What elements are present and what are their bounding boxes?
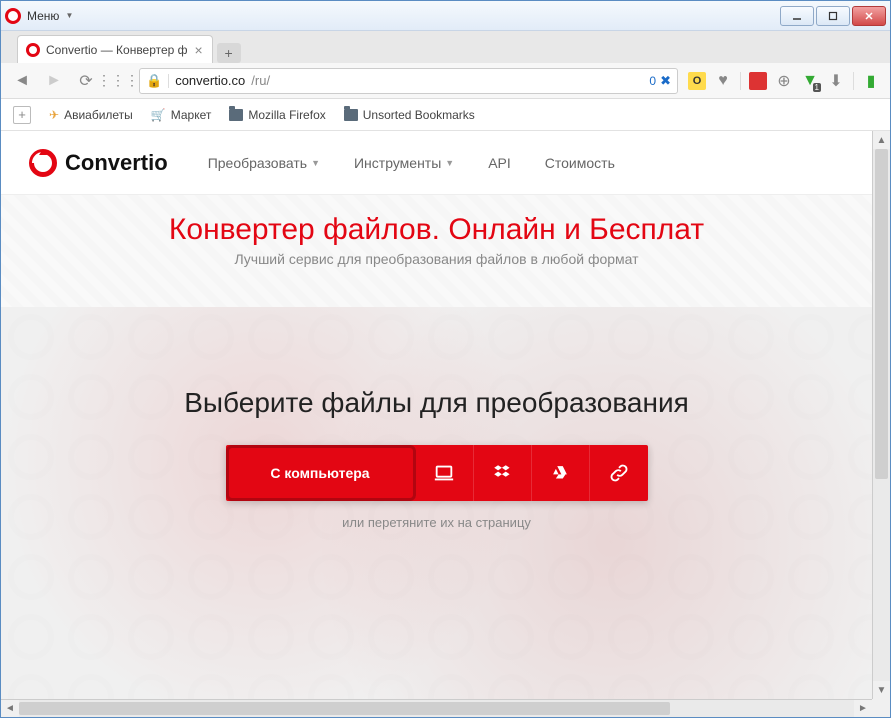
window-titlebar: Меню ▼ xyxy=(1,1,890,31)
cart-icon: 🛒 xyxy=(151,108,166,122)
url-host: convertio.co xyxy=(175,73,245,88)
upload-main-label: С компьютера xyxy=(270,465,369,481)
add-bookmark-button[interactable]: + xyxy=(13,106,31,124)
vertical-scrollbar[interactable]: ▲ ▼ xyxy=(872,131,890,699)
plane-icon: ✈ xyxy=(49,108,59,122)
nav-label: Инструменты xyxy=(354,155,441,171)
ext-red-icon[interactable] xyxy=(749,72,767,90)
scroll-track[interactable] xyxy=(19,700,854,717)
dropzone-heading: Выберите файлы для преобразования xyxy=(1,387,872,419)
ext-battery-icon[interactable]: ▮ xyxy=(862,72,880,90)
bookmark-label: Unsorted Bookmarks xyxy=(363,108,475,122)
brand-logo[interactable]: Convertio xyxy=(29,149,168,177)
opera-logo-icon xyxy=(5,8,21,24)
badge-count: 0 xyxy=(649,74,656,88)
nav-api[interactable]: API xyxy=(488,155,511,171)
nav-convert[interactable]: Преобразовать ▼ xyxy=(208,155,320,171)
new-tab-button[interactable]: + xyxy=(217,43,241,63)
hero-subtitle: Лучший сервис для преобразования файлов … xyxy=(1,251,872,267)
bookmarks-bar: + ✈ Авиабилеты 🛒 Маркет Mozilla Firefox … xyxy=(1,99,890,131)
ext-download-icon[interactable]: ⬇ xyxy=(827,72,845,90)
dropbox-icon xyxy=(491,462,513,484)
scroll-right-arrow[interactable]: ► xyxy=(854,700,872,717)
upload-from-device-button[interactable] xyxy=(416,445,474,501)
upload-from-url-button[interactable] xyxy=(590,445,648,501)
nav-label: Преобразовать xyxy=(208,155,307,171)
ext-globe-icon[interactable]: ⊕ xyxy=(775,72,793,90)
scroll-up-arrow[interactable]: ▲ xyxy=(873,131,890,149)
nav-pricing[interactable]: Стоимость xyxy=(545,155,615,171)
reload-button[interactable]: ⟳ xyxy=(75,70,97,92)
tab-favicon-icon xyxy=(26,43,40,57)
forward-button[interactable]: ► xyxy=(43,70,65,92)
folder-icon xyxy=(229,109,243,121)
nav-label: Стоимость xyxy=(545,155,615,171)
shield-icon[interactable]: ✖ xyxy=(660,73,671,89)
url-path: /ru/ xyxy=(251,73,270,88)
ext-yandex-icon[interactable]: O xyxy=(688,72,706,90)
window-maximize-button[interactable] xyxy=(816,6,850,26)
window-close-button[interactable] xyxy=(852,6,886,26)
laptop-icon xyxy=(433,462,455,484)
tab-title: Convertio — Конвертер ф xyxy=(46,43,188,57)
scroll-thumb[interactable] xyxy=(19,702,670,715)
scroll-corner xyxy=(872,699,890,717)
upload-from-computer-button[interactable]: С компьютера xyxy=(226,445,416,501)
bookmark-aviabilety[interactable]: ✈ Авиабилеты xyxy=(49,108,133,122)
site-nav: Преобразовать ▼ Инструменты ▼ API Стоимост… xyxy=(208,155,615,171)
browser-tab[interactable]: Convertio — Конвертер ф × xyxy=(17,35,213,63)
link-icon xyxy=(608,462,630,484)
hero-title: Конвертер файлов. Онлайн и Бесплат xyxy=(1,213,872,247)
address-bar[interactable]: 🔒 convertio.co/ru/ 0 ✖ xyxy=(139,68,678,94)
horizontal-scrollbar[interactable]: ◄ ► xyxy=(1,699,872,717)
folder-icon xyxy=(344,109,358,121)
bookmark-firefox[interactable]: Mozilla Firefox xyxy=(229,108,325,122)
scroll-track[interactable] xyxy=(873,149,890,681)
scroll-left-arrow[interactable]: ◄ xyxy=(1,700,19,717)
convertio-logo-icon xyxy=(29,149,57,177)
separator xyxy=(853,72,854,90)
bookmark-label: Mozilla Firefox xyxy=(248,108,325,122)
window-minimize-button[interactable] xyxy=(780,6,814,26)
bookmark-unsorted[interactable]: Unsorted Bookmarks xyxy=(344,108,475,122)
upload-from-gdrive-button[interactable] xyxy=(532,445,590,501)
google-drive-icon xyxy=(549,462,571,484)
brand-text: Convertio xyxy=(65,150,168,176)
chevron-down-icon: ▼ xyxy=(311,158,320,168)
bookmark-market[interactable]: 🛒 Маркет xyxy=(151,108,212,122)
tab-close-button[interactable]: × xyxy=(192,43,206,57)
hero-section: Конвертер файлов. Онлайн и Бесплат Лучши… xyxy=(1,195,872,307)
bookmark-label: Маркет xyxy=(171,108,212,122)
upload-from-dropbox-button[interactable] xyxy=(474,445,532,501)
page-viewport: Convertio Преобразовать ▼ Инструменты ▼ AP… xyxy=(1,131,890,717)
browser-toolbar: ◄ ► ⟳ ⋮⋮⋮ 🔒 convertio.co/ru/ 0 ✖ O ♥ ⊕ ▼… xyxy=(1,63,890,99)
drag-hint: или перетяните их на страницу xyxy=(1,515,872,530)
upload-bar: С компьютера xyxy=(226,445,648,501)
lock-icon: 🔒 xyxy=(146,73,162,89)
nav-label: API xyxy=(488,155,511,171)
back-button[interactable]: ◄ xyxy=(11,70,33,92)
ext-shield-icon[interactable]: ▼1 xyxy=(801,72,819,90)
nav-tools[interactable]: Инструменты ▼ xyxy=(354,155,454,171)
scroll-thumb[interactable] xyxy=(875,149,888,479)
site-header: Convertio Преобразовать ▼ Инструменты ▼ AP… xyxy=(1,131,872,195)
dropzone-section[interactable]: Выберите файлы для преобразования С комп… xyxy=(1,307,872,699)
ext-heart-icon[interactable]: ♥ xyxy=(714,72,732,90)
separator xyxy=(168,74,169,88)
separator xyxy=(740,72,741,90)
bookmark-label: Авиабилеты xyxy=(64,108,133,122)
menu-chevron-icon: ▼ xyxy=(65,11,73,20)
speed-dial-button[interactable]: ⋮⋮⋮ xyxy=(107,70,129,92)
scroll-down-arrow[interactable]: ▼ xyxy=(873,681,890,699)
tab-strip: Convertio — Конвертер ф × + xyxy=(1,31,890,63)
chevron-down-icon: ▼ xyxy=(445,158,454,168)
window-menu-label[interactable]: Меню xyxy=(27,9,59,23)
